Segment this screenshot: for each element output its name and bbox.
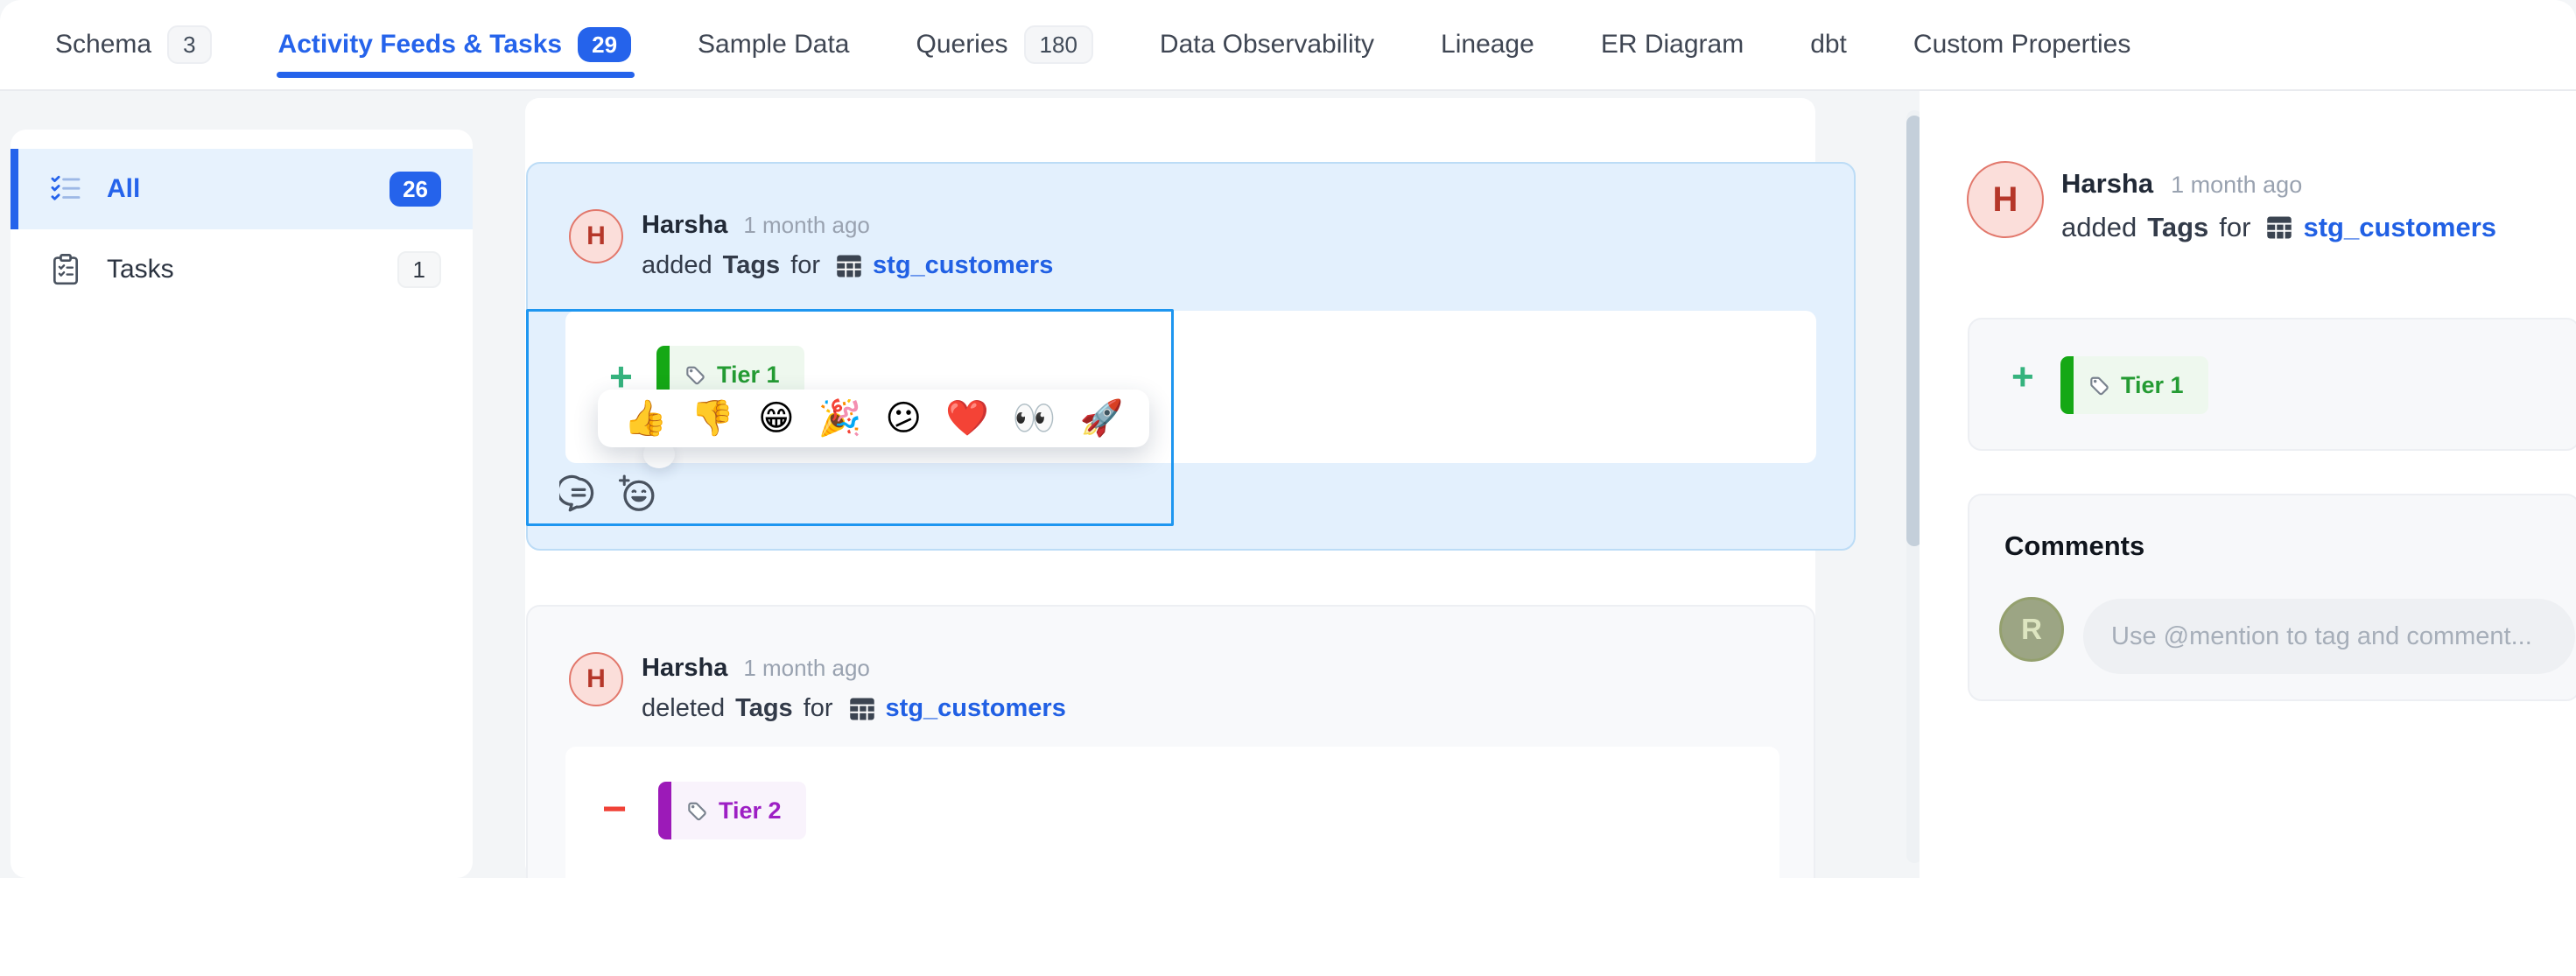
comment-icon[interactable] [559, 474, 600, 514]
activity-filter-sidebar: All 26 Tasks 1 [11, 130, 473, 878]
tab-label: Activity Feeds & Tasks [278, 30, 563, 60]
avatar: H [569, 652, 623, 706]
activity-detail-panel: H Harsha 1 month ago added Tags for stg_… [1920, 91, 2576, 878]
tag-label: Tier 2 [719, 797, 782, 825]
entity-link[interactable]: stg_customers [886, 694, 1066, 723]
feed-item-action-line: added Tags for stg_customers [642, 251, 1053, 280]
tab-schema[interactable]: Schema 3 [55, 0, 212, 89]
entity-link[interactable]: stg_customers [2303, 212, 2496, 243]
feed-item-added-tags[interactable]: H Harsha 1 month ago added Tags for stg_… [526, 162, 1856, 551]
reaction-thumbs-up[interactable]: 👍 [623, 401, 667, 436]
user-name: Harsha [642, 211, 727, 240]
table-icon [2266, 215, 2292, 240]
avatar: H [569, 209, 623, 263]
tag-icon [2088, 374, 2110, 397]
tab-data-observability[interactable]: Data Observability [1160, 0, 1374, 89]
tab-label: Sample Data [698, 30, 849, 60]
tab-custom-properties[interactable]: Custom Properties [1913, 0, 2130, 89]
tab-activity-feeds-tasks[interactable]: Activity Feeds & Tasks 29 [278, 0, 632, 89]
tag-color-bar [658, 782, 671, 839]
feed-item-actions [559, 474, 657, 514]
added-indicator: + [2011, 358, 2034, 397]
tab-queries[interactable]: Queries 180 [916, 0, 1092, 89]
tab-dbt[interactable]: dbt [1810, 0, 1847, 89]
reaction-eyes[interactable]: 👀 [1013, 401, 1056, 436]
action-preposition: for [804, 694, 833, 723]
removed-indicator: − [602, 789, 627, 831]
app-window: Schema 3 Activity Feeds & Tasks 29 Sampl… [0, 0, 2576, 976]
table-icon [849, 697, 875, 721]
tag-color-bar [2060, 356, 2074, 414]
user-name: Harsha [642, 654, 727, 683]
action-verb: added [642, 251, 712, 280]
tab-label: dbt [1810, 30, 1847, 60]
detail-header: Harsha 1 month ago [2061, 168, 2302, 200]
feed-item-header: Harsha 1 month ago [642, 211, 870, 240]
sidebar-item-tasks[interactable]: Tasks 1 [11, 229, 473, 310]
tab-sample-data[interactable]: Sample Data [698, 0, 849, 89]
sidebar-item-all[interactable]: All 26 [11, 149, 473, 229]
action-preposition: for [790, 251, 820, 280]
timestamp: 1 month ago [743, 212, 870, 239]
checklist-icon [49, 172, 82, 206]
feed-item-header: Harsha 1 month ago [642, 654, 870, 683]
comments-card: Comments R [1968, 494, 2576, 701]
feed-item-deleted-tags[interactable]: H Harsha 1 month ago deleted Tags for st… [526, 605, 1815, 878]
clipboard-icon [49, 253, 82, 286]
tag-pill-tier1: Tier 1 [2060, 356, 2208, 414]
reaction-hooray[interactable]: 🎉 [818, 401, 862, 436]
detail-tag-change-card: + Tier 1 [1968, 318, 2576, 451]
tag-icon [685, 799, 708, 822]
sidebar-count-badge: 26 [390, 172, 441, 207]
action-preposition: for [2219, 212, 2250, 243]
detail-action-line: added Tags for stg_customers [2061, 212, 2496, 243]
action-object: Tags [735, 694, 793, 723]
reaction-heart[interactable]: ❤️ [945, 401, 989, 436]
tag-label: Tier 1 [717, 362, 780, 389]
action-object: Tags [2147, 212, 2208, 243]
feed-item-action-line: deleted Tags for stg_customers [642, 694, 1066, 723]
tab-label: ER Diagram [1601, 30, 1744, 60]
sidebar-count-badge: 1 [397, 251, 441, 288]
action-verb: deleted [642, 694, 725, 723]
tab-label: Data Observability [1160, 30, 1374, 60]
reaction-laugh[interactable]: 😁 [758, 401, 795, 436]
tab-label: Queries [916, 30, 1007, 60]
current-user-avatar: R [1999, 597, 2064, 662]
activity-content-region: All 26 Tasks 1 H Harsha 1 month ago [0, 91, 2576, 878]
action-object: Tags [723, 251, 781, 280]
tab-label: Lineage [1441, 30, 1534, 60]
tab-count-badge: 29 [578, 27, 631, 62]
sidebar-item-label: Tasks [107, 255, 397, 284]
tab-count-badge: 180 [1024, 25, 1093, 64]
avatar: H [1967, 161, 2044, 238]
tab-label: Schema [55, 30, 151, 60]
tab-lineage[interactable]: Lineage [1441, 0, 1534, 89]
tag-change-card: − Tier 2 [565, 747, 1779, 878]
reaction-thumbs-down[interactable]: 👎 [691, 401, 734, 436]
add-reaction-icon[interactable] [617, 474, 657, 514]
table-icon [836, 254, 862, 278]
reaction-confused[interactable]: 😕 [885, 401, 922, 436]
sidebar-item-label: All [107, 174, 390, 204]
comments-heading: Comments [2004, 530, 2144, 562]
timestamp: 1 month ago [2171, 172, 2302, 199]
entity-link[interactable]: stg_customers [873, 251, 1053, 280]
comment-input[interactable] [2083, 599, 2575, 674]
action-verb: added [2061, 212, 2137, 243]
tag-label: Tier 1 [2121, 372, 2184, 399]
timestamp: 1 month ago [743, 655, 870, 682]
tab-count-badge: 3 [167, 25, 211, 64]
tag-pill-tier2: Tier 2 [658, 782, 806, 839]
user-name: Harsha [2061, 168, 2153, 200]
tab-label: Custom Properties [1913, 30, 2130, 60]
tag-icon [684, 363, 706, 386]
asset-tabs-bar: Schema 3 Activity Feeds & Tasks 29 Sampl… [0, 0, 2576, 91]
tab-er-diagram[interactable]: ER Diagram [1601, 0, 1744, 89]
reaction-rocket[interactable]: 🚀 [1080, 401, 1124, 436]
reaction-emoji-popup: 👍 👎 😁 🎉 😕 ❤️ 👀 🚀 [598, 390, 1149, 447]
